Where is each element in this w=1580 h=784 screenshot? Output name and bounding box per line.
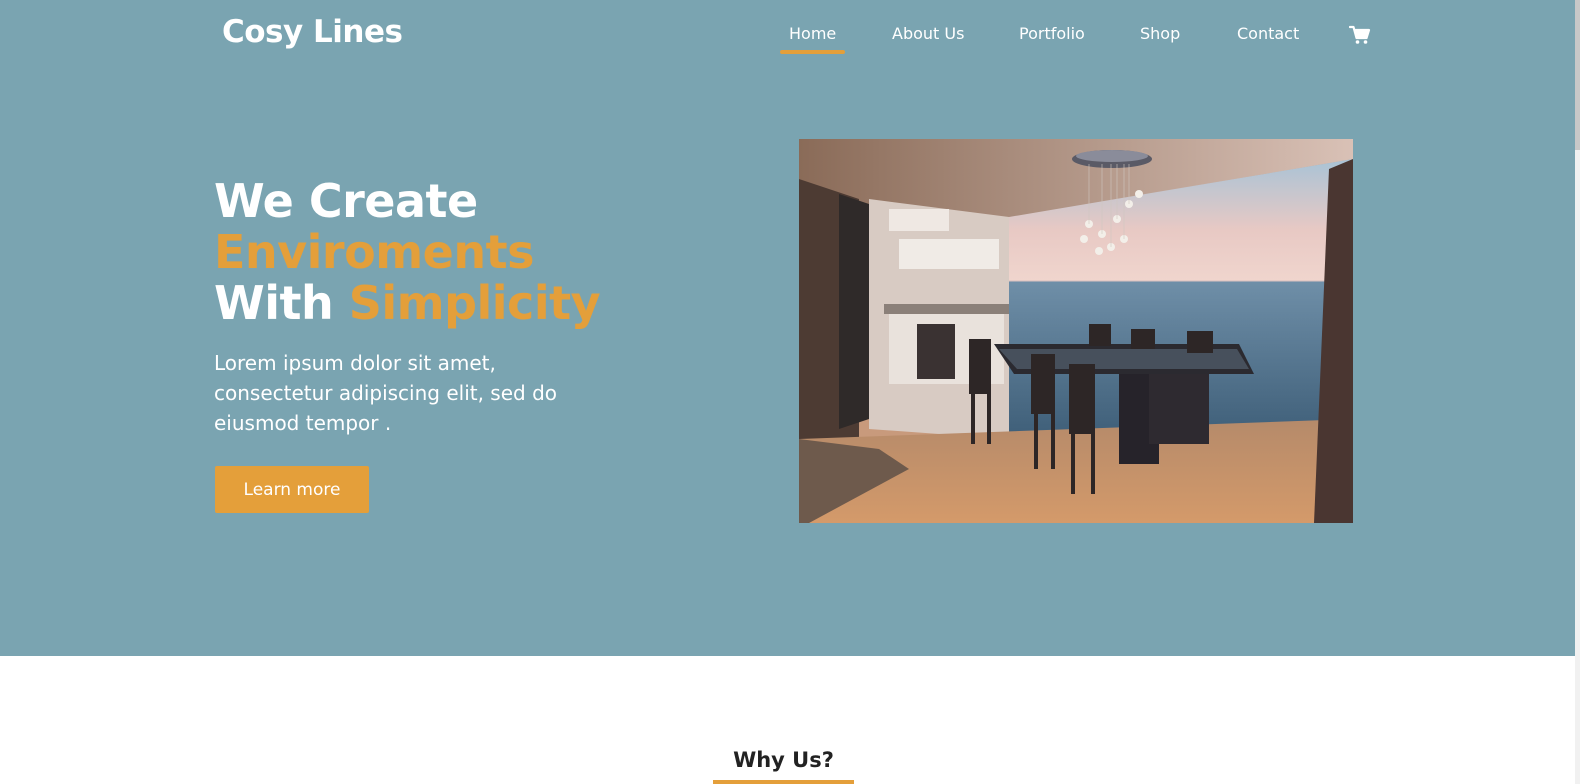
nav-item-portfolio[interactable]: Portfolio [1019, 24, 1085, 43]
headline-line-3-white: With [214, 276, 334, 330]
dining-room-ocean-view-photo [799, 139, 1353, 523]
nav-active-indicator [780, 50, 845, 54]
headline-line-1: We Create [214, 174, 478, 228]
nav-item-shop[interactable]: Shop [1140, 24, 1180, 43]
hero-headline: We Create Enviroments With Simplicity [214, 174, 601, 330]
headline-line-3: With Simplicity [214, 276, 601, 330]
page: Cosy Lines Home About Us Portfolio Shop … [0, 0, 1580, 784]
why-us-title: Why Us? [733, 748, 834, 772]
nav-item-contact[interactable]: Contact [1237, 24, 1299, 43]
shopping-cart-icon[interactable] [1348, 25, 1371, 45]
why-us-underline [713, 780, 854, 784]
headline-line-3-accent: Simplicity [348, 276, 601, 330]
scrollbar-thumb[interactable] [1575, 0, 1580, 150]
hero-section: Cosy Lines Home About Us Portfolio Shop … [0, 0, 1575, 656]
main-nav: Home About Us Portfolio Shop Contact [0, 0, 1575, 60]
headline-line-2: Enviroments [214, 225, 534, 279]
nav-item-home[interactable]: Home [789, 24, 836, 43]
hero-lead-text: Lorem ipsum dolor sit amet, consectetur … [214, 351, 558, 435]
nav-item-about-us[interactable]: About Us [892, 24, 964, 43]
page-scrollbar[interactable] [1575, 0, 1580, 784]
learn-more-button[interactable]: Learn more [215, 466, 369, 513]
